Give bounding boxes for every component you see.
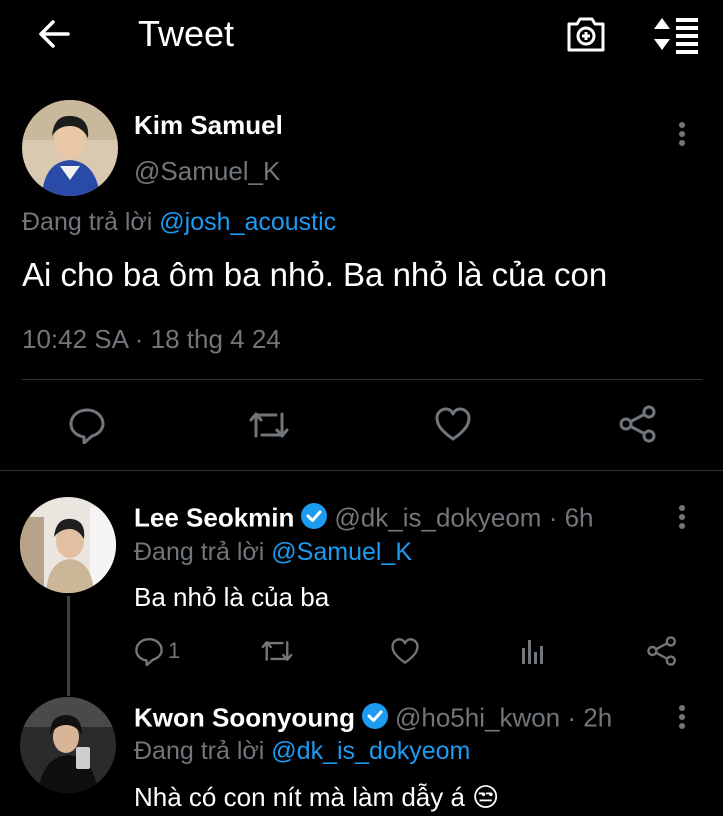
more-vertical-icon [679,705,685,729]
replying-to: Đang trả lời @Samuel_K [134,538,412,567]
author-handle[interactable]: @Samuel_K [134,156,280,187]
retweet-button[interactable] [260,636,294,666]
arrow-left-icon [39,20,70,48]
reply-header: Lee Seokmin @dk_is_dokyeom · 6h [134,502,594,537]
like-button[interactable] [434,406,472,442]
replying-to-label: Đang trả lời [134,538,265,566]
comment-icon [135,637,163,666]
author-name[interactable]: Lee Seokmin [134,502,294,532]
retweet-icon [261,641,293,661]
analytics-button[interactable] [520,638,546,664]
replying-to-label: Đang trả lời [22,208,153,236]
author-handle[interactable]: @ho5hi_kwon [395,702,560,732]
avatar[interactable] [22,100,118,196]
back-button[interactable] [34,14,74,54]
reply-button[interactable]: 1 [134,636,180,666]
author-name[interactable]: Kwon Soonyoung [134,702,355,732]
avatar[interactable] [20,697,116,793]
replying-to: Đang trả lời @josh_acoustic [22,208,336,237]
author-name[interactable]: Kim Samuel [134,110,283,141]
reply-text: Nhà có con nít mà làm dẫy á 😒 [134,782,500,812]
heart-icon [435,407,471,441]
replying-to: Đang trả lời @dk_is_dokyeom [134,737,470,766]
reply-button[interactable] [68,406,106,444]
share-button[interactable] [618,404,658,444]
analytics-icon [522,640,543,664]
retweet-icon [249,412,289,438]
replying-to-label: Đang trả lời [134,737,265,765]
reply-more-button[interactable] [672,703,692,733]
comment-icon [69,408,105,444]
sort-icon [654,18,698,54]
share-button[interactable] [646,635,678,667]
author-handle[interactable]: @dk_is_dokyeom [334,502,541,532]
replying-to-mention[interactable]: @dk_is_dokyeom [271,737,470,765]
sort-button[interactable] [650,12,700,56]
heart-icon [391,638,419,664]
verified-badge-icon [361,702,389,737]
more-vertical-icon [679,122,685,146]
reply-time: · 6h [541,502,594,533]
camera-plus-icon [567,17,605,52]
divider [0,470,723,471]
reply-more-button[interactable] [672,503,692,533]
page-title: Tweet [138,13,235,54]
verified-badge-icon [300,502,328,537]
divider [22,379,702,380]
share-icon [647,636,676,666]
reply-time: · 2h [560,702,613,733]
tweet-more-button[interactable] [672,120,692,150]
reply-header: Kwon Soonyoung @ho5hi_kwon · 2h [134,702,612,737]
top-bar: Tweet [0,0,723,70]
replying-to-mention[interactable]: @Samuel_K [271,538,412,566]
share-icon [619,405,656,443]
reply-count: 1 [168,638,181,663]
retweet-button[interactable] [248,406,290,444]
camera-button[interactable] [564,12,608,56]
replying-to-mention[interactable]: @josh_acoustic [159,208,336,236]
thread-line [67,596,70,696]
avatar[interactable] [20,497,116,593]
like-button[interactable] [390,637,420,665]
more-vertical-icon [679,505,685,529]
tweet-timestamp[interactable]: 10:42 SA · 18 thg 4 24 [22,324,281,355]
tweet-text: Ai cho ba ôm ba nhỏ. Ba nhỏ là của con [22,256,608,293]
reply-text: Ba nhỏ là của ba [134,582,330,612]
